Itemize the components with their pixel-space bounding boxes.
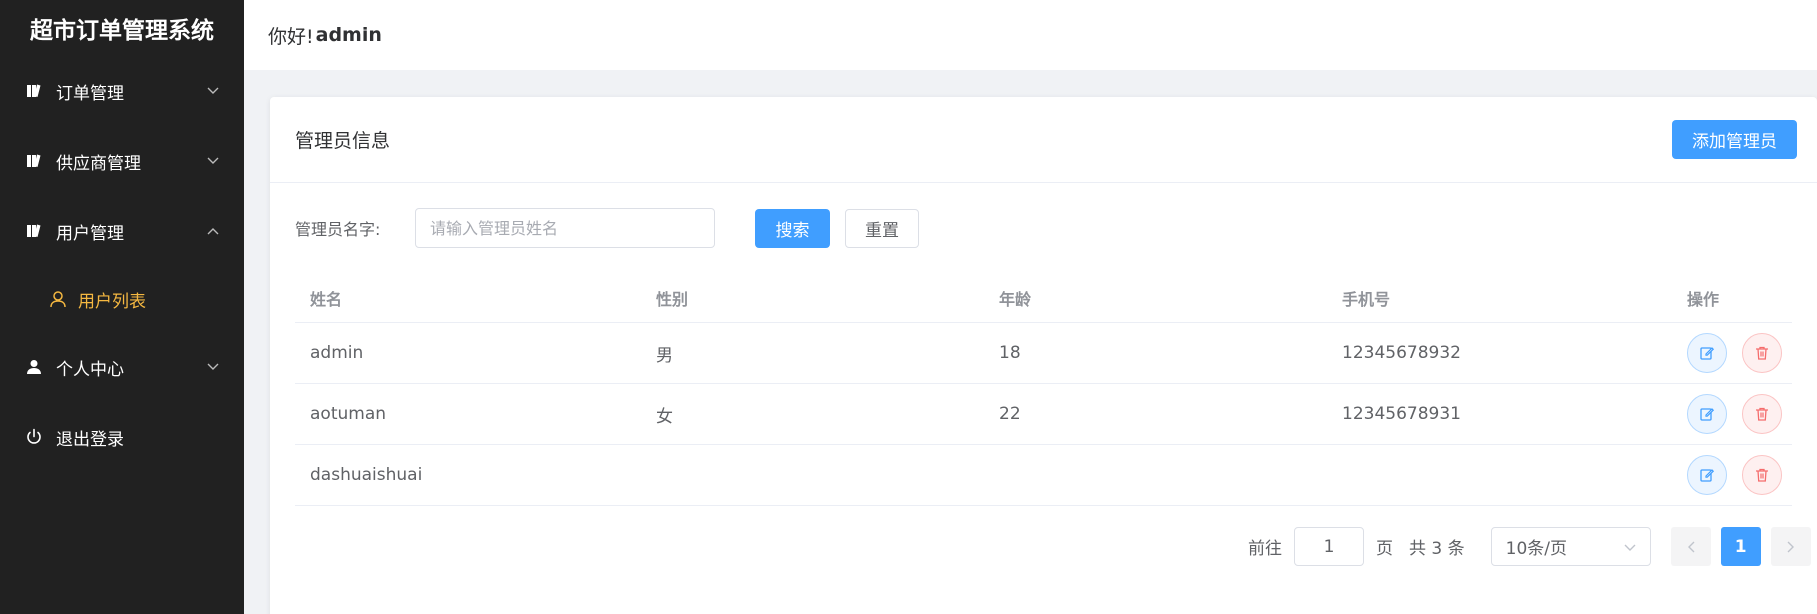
next-page-button[interactable] <box>1770 527 1811 566</box>
cell-name: dashuaishuai <box>310 465 423 485</box>
person-icon <box>24 357 44 377</box>
page-size-value: 10条/页 <box>1505 539 1567 559</box>
cell-age: 18 <box>999 343 1021 363</box>
edit-button[interactable] <box>1687 333 1727 373</box>
chevron-right-icon <box>1787 541 1794 552</box>
sidebar-item-label: 个人中心 <box>56 359 124 380</box>
pager-total: 共 3 条 <box>1409 539 1465 559</box>
chevron-down-icon <box>206 154 220 168</box>
cell-gender: 男 <box>656 345 673 366</box>
cell-age: 22 <box>999 404 1021 424</box>
card-header: 管理员信息 添加管理员 <box>270 97 1817 183</box>
cell-phone: 12345678931 <box>1342 404 1461 424</box>
column-header-phone[interactable]: 手机号 <box>1327 286 1672 310</box>
sidebar-item-profile[interactable]: 个人中心 <box>0 332 244 402</box>
app-title: 超市订单管理系统 <box>30 18 214 44</box>
sidebar-item-users[interactable]: 用户管理 <box>0 196 244 266</box>
book-icon <box>24 151 44 171</box>
sidebar-subitem-label: 用户列表 <box>78 291 146 312</box>
chevron-up-icon <box>206 224 220 238</box>
table-row: aotuman 女 22 12345678931 <box>295 384 1792 445</box>
sidebar-item-suppliers[interactable]: 供应商管理 <box>0 126 244 196</box>
top-header: 你好! admin <box>244 0 1817 70</box>
delete-button[interactable] <box>1742 455 1782 495</box>
delete-button[interactable] <box>1742 333 1782 373</box>
cell-name: aotuman <box>310 404 387 424</box>
sidebar-item-logout[interactable]: 退出登录 <box>0 402 244 472</box>
chevron-down-icon <box>206 84 220 98</box>
book-icon <box>24 81 44 101</box>
cell-gender: 女 <box>656 406 673 427</box>
sidebar-item-label: 订单管理 <box>56 83 124 104</box>
sidebar-item-orders[interactable]: 订单管理 <box>0 56 244 126</box>
search-label: 管理员名字: <box>295 220 381 239</box>
table-row: admin 男 18 12345678932 <box>295 323 1792 384</box>
pagination: 前往 页 共 3 条 10条/页 1 <box>1240 527 1811 566</box>
page-size-select[interactable]: 10条/页 <box>1490 527 1651 566</box>
search-button[interactable]: 搜索 <box>755 208 830 248</box>
prev-page-button[interactable] <box>1670 527 1711 566</box>
trash-icon <box>1756 407 1768 421</box>
sidebar: 超市订单管理系统 订单管理 供应商管理 用户管理 用户列表 个人中心 退出登录 <box>0 0 244 614</box>
user-outline-icon <box>48 289 68 309</box>
edit-button[interactable] <box>1687 394 1727 434</box>
admin-name-input[interactable] <box>415 208 715 248</box>
admin-info-card: 管理员信息 添加管理员 管理员名字: 搜索 重置 姓名 性别 年龄 手机号 操作… <box>270 97 1817 614</box>
edit-icon <box>1700 469 1715 482</box>
edit-icon <box>1700 408 1715 421</box>
power-icon <box>24 427 44 447</box>
sidebar-subitem-user-list[interactable]: 用户列表 <box>0 266 244 332</box>
column-header-actions: 操作 <box>1687 289 1720 309</box>
chevron-down-icon <box>1624 537 1636 557</box>
sidebar-item-label: 供应商管理 <box>56 153 141 174</box>
column-header-gender[interactable]: 性别 <box>641 286 984 310</box>
chevron-down-icon <box>206 360 220 374</box>
cell-actions <box>1672 333 1792 373</box>
sidebar-item-label: 用户管理 <box>56 223 124 244</box>
cell-phone: 12345678932 <box>1342 343 1461 363</box>
column-header-age[interactable]: 年龄 <box>984 286 1327 310</box>
search-form: 管理员名字: 搜索 重置 <box>295 208 919 248</box>
column-header-name[interactable]: 姓名 <box>295 286 641 310</box>
book-icon <box>24 221 44 241</box>
cell-actions <box>1672 455 1792 495</box>
admin-table: 姓名 性别 年龄 手机号 操作 admin 男 18 12345678932 a… <box>295 273 1792 506</box>
delete-button[interactable] <box>1742 394 1782 434</box>
page-number-button[interactable]: 1 <box>1720 527 1761 566</box>
cell-name: admin <box>310 343 364 363</box>
pager-goto-suffix: 页 <box>1376 539 1393 559</box>
trash-icon <box>1756 346 1768 360</box>
chevron-left-icon <box>1687 541 1695 552</box>
trash-icon <box>1756 468 1768 482</box>
table-row: dashuaishuai <box>295 445 1792 506</box>
current-username: admin <box>315 24 382 46</box>
edit-icon <box>1700 347 1715 360</box>
card-title: 管理员信息 <box>295 130 391 152</box>
pager-goto-prefix: 前往 <box>1248 539 1282 559</box>
edit-button[interactable] <box>1687 455 1727 495</box>
sidebar-item-label: 退出登录 <box>56 429 124 450</box>
cell-actions <box>1672 394 1792 434</box>
reset-button[interactable]: 重置 <box>845 208 919 248</box>
table-header-row: 姓名 性别 年龄 手机号 操作 <box>295 273 1792 323</box>
greeting-text: 你好! <box>268 25 314 48</box>
pager-goto-input[interactable] <box>1294 527 1364 566</box>
add-admin-button[interactable]: 添加管理员 <box>1672 120 1797 159</box>
